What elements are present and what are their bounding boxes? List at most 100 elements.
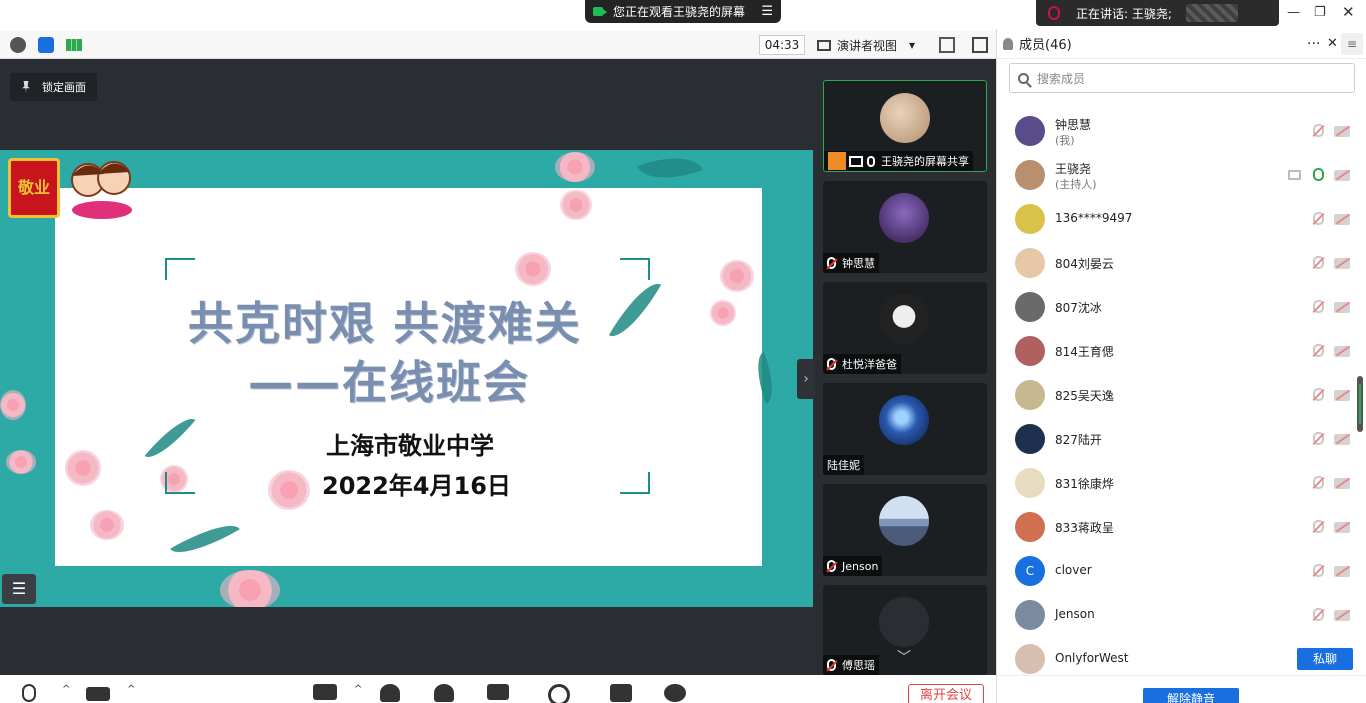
close-panel-icon[interactable]: ✕: [1327, 36, 1338, 51]
thumbnail-tile[interactable]: 陆佳妮: [823, 383, 987, 475]
member-row[interactable]: 807沈冰: [997, 285, 1352, 329]
thumbnail-tile[interactable]: 钟思慧: [823, 181, 987, 273]
mic-muted-icon[interactable]: [1313, 476, 1324, 489]
mic-muted-icon[interactable]: [1313, 300, 1324, 313]
chevron-up-icon[interactable]: ^: [62, 684, 70, 702]
mic-muted-icon[interactable]: [1313, 432, 1324, 445]
mic-muted-icon[interactable]: [1313, 564, 1324, 577]
video-off-icon[interactable]: [1334, 346, 1350, 357]
chevron-down-icon[interactable]: ﹀: [897, 647, 911, 667]
member-row[interactable]: 814王育偲: [997, 329, 1352, 373]
member-row[interactable]: 王骁尧 (主持人): [997, 153, 1352, 197]
video-off-icon[interactable]: [1334, 302, 1350, 313]
speaker-view-icon: [817, 39, 831, 51]
shield-icon[interactable]: [38, 37, 54, 53]
unmute-all-button[interactable]: 解除静音: [1143, 688, 1239, 703]
mic-muted-icon[interactable]: [1313, 124, 1324, 137]
video-off-icon[interactable]: [1334, 434, 1350, 445]
record-button[interactable]: [548, 684, 570, 703]
video-off-icon[interactable]: [1334, 258, 1350, 269]
slide-date: 2022年4月16日: [322, 472, 511, 500]
member-row[interactable]: Cclover: [997, 549, 1352, 593]
video-off-icon[interactable]: [1334, 170, 1350, 181]
fullscreen-icon[interactable]: [939, 37, 955, 53]
menu-icon[interactable]: ☰: [761, 4, 773, 19]
mic-muted-icon[interactable]: [1313, 344, 1324, 357]
member-name: 814王育偲: [1055, 345, 1114, 359]
avatar: [1015, 468, 1045, 498]
thumbnail-tile[interactable]: 王骁尧的屏幕共享: [823, 80, 987, 172]
restore-icon[interactable]: ❐: [1314, 5, 1326, 20]
lock-view-button[interactable]: 锁定画面: [10, 73, 97, 101]
avatar: [879, 597, 929, 647]
member-row[interactable]: 804刘晏云: [997, 241, 1352, 285]
thumbnail-label: 陆佳妮: [823, 455, 864, 475]
member-name: 825吴天逸: [1055, 389, 1114, 403]
minimize-icon[interactable]: —: [1287, 5, 1300, 20]
info-icon[interactable]: [10, 37, 26, 53]
video-off-icon[interactable]: [1334, 214, 1350, 225]
member-row[interactable]: 136****9497: [997, 197, 1352, 241]
search-icon: [1018, 72, 1029, 84]
mic-muted-icon[interactable]: [1313, 212, 1324, 225]
member-row[interactable]: 827陆开: [997, 417, 1352, 461]
side-menu-icon[interactable]: ≡: [1341, 33, 1363, 55]
avatar: [879, 496, 929, 546]
video-off-button[interactable]: [86, 687, 110, 701]
member-name: 钟思慧: [1055, 118, 1092, 132]
apps-button[interactable]: [610, 684, 632, 702]
video-off-icon[interactable]: [1334, 566, 1350, 577]
member-row[interactable]: 钟思慧 (我): [997, 109, 1352, 153]
flower-decoration: [268, 470, 310, 510]
video-off-icon[interactable]: [1334, 610, 1350, 621]
viewing-label: 您正在观看王骁尧的屏幕: [613, 5, 746, 19]
member-name: 831徐康烨: [1055, 477, 1114, 491]
list-menu-icon[interactable]: ☰: [2, 574, 36, 604]
mute-mic-button[interactable]: [22, 684, 36, 702]
members-panel: 成员(46) ··· ✕ ≡ 搜索成员 钟思慧 (我) 王骁尧 (主持人) 136***…: [996, 29, 1366, 703]
member-row[interactable]: Jenson: [997, 593, 1352, 637]
slide-title-line2: ——在线班会: [248, 356, 531, 409]
thumbnail-tile[interactable]: Jenson: [823, 484, 987, 576]
video-off-icon[interactable]: [1334, 478, 1350, 489]
thumbnail-tile[interactable]: 杜悦洋爸爸: [823, 282, 987, 374]
flower-decoration: [90, 510, 124, 540]
slide-title-line1: 共克时艰 共渡难关: [188, 297, 582, 350]
thumbnail-name: 陆佳妮: [827, 459, 860, 472]
leave-meeting-button[interactable]: 离开会议: [908, 684, 984, 703]
members-scrollbar[interactable]: [1357, 376, 1363, 432]
signal-icon[interactable]: [66, 39, 82, 51]
video-thumbnail-strip: ︿ 王骁尧的屏幕共享 钟思慧 杜悦洋爸爸 陆佳妮 Jenson: [815, 59, 996, 675]
more-icon[interactable]: ···: [1307, 36, 1320, 52]
video-off-icon[interactable]: [1334, 126, 1350, 137]
mic-muted-icon[interactable]: [1313, 256, 1324, 269]
view-mode-dropdown[interactable]: 演讲者视图 ▾: [817, 35, 925, 55]
slide-school-name: 上海市敬业中学: [326, 432, 494, 460]
members-button[interactable]: [434, 684, 454, 702]
share-screen-button[interactable]: [313, 684, 337, 700]
chevron-up-icon[interactable]: ^: [354, 684, 362, 702]
mic-muted-icon[interactable]: [1313, 520, 1324, 533]
viewing-banner[interactable]: 您正在观看王骁尧的屏幕 ☰: [585, 0, 781, 23]
mic-muted-icon[interactable]: [1313, 388, 1324, 401]
search-members-input[interactable]: 搜索成员: [1009, 63, 1355, 93]
member-row[interactable]: 825吴天逸: [997, 373, 1352, 417]
collapse-panel-button[interactable]: ›: [797, 359, 815, 399]
close-window-icon[interactable]: ✕: [1342, 3, 1355, 21]
chevron-up-icon[interactable]: ^: [127, 684, 135, 702]
member-row[interactable]: 831徐康烨: [997, 461, 1352, 505]
pin-icon: [22, 81, 30, 93]
frame-corner: [165, 472, 195, 494]
mic-icon[interactable]: [1313, 168, 1324, 181]
video-off-icon[interactable]: [1334, 390, 1350, 401]
avatar: [1015, 292, 1045, 322]
member-row[interactable]: 833蒋政呈: [997, 505, 1352, 549]
chat-button[interactable]: [487, 684, 509, 700]
mic-muted-icon[interactable]: [1313, 608, 1324, 621]
video-off-icon[interactable]: [1334, 522, 1350, 533]
settings-button[interactable]: [664, 684, 686, 702]
private-chat-button[interactable]: 私聊: [1297, 648, 1353, 670]
layout-toggle-icon[interactable]: [972, 37, 988, 53]
invite-button[interactable]: [380, 684, 400, 702]
member-name: 王骁尧: [1055, 162, 1092, 176]
